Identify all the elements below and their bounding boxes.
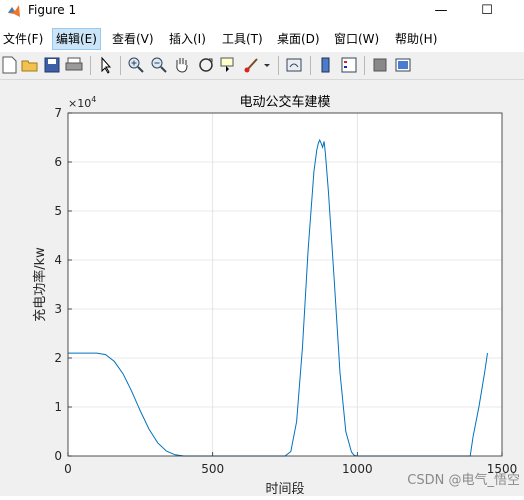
show-plot-tools-icon[interactable] <box>393 55 413 75</box>
y-tick-label: 7 <box>54 106 62 120</box>
y-tick-label: 4 <box>54 253 62 267</box>
y-tick-label: 2 <box>54 351 62 365</box>
print-icon[interactable] <box>64 55 84 75</box>
new-figure-icon[interactable] <box>0 55 20 75</box>
menu-help[interactable]: 帮助(H) <box>392 28 440 50</box>
rotate-3d-icon[interactable] <box>196 55 216 75</box>
zoom-out-icon[interactable] <box>149 55 169 75</box>
link-plot-icon[interactable] <box>284 55 304 75</box>
y-tick-label: 3 <box>54 302 62 316</box>
toolbar-separator <box>364 56 365 75</box>
menu-tools[interactable]: 工具(T) <box>219 28 266 50</box>
y-tick-label: 0 <box>54 449 62 463</box>
toolbar-separator <box>310 56 311 75</box>
menu-edit[interactable]: 编辑(E) <box>52 28 101 50</box>
data-cursor-icon[interactable] <box>218 55 238 75</box>
matlab-icon <box>8 5 20 17</box>
open-file-icon[interactable] <box>20 55 40 75</box>
menu-window[interactable]: 窗口(W) <box>331 28 382 50</box>
figure-canvas: 0 500 1000 1500 0 1 2 3 4 5 6 7 电动公交车建模 时间段 充电功率/kw… <box>0 80 524 497</box>
toolbar-separator <box>90 56 91 75</box>
axes-box <box>68 113 502 456</box>
hide-plot-tools-icon[interactable] <box>370 55 390 75</box>
x-tick-label: 500 <box>201 462 224 476</box>
watermark: CSDN @电气_悟空 <box>407 472 520 488</box>
brush-icon[interactable] <box>242 55 262 75</box>
toolbar-separator <box>278 56 279 75</box>
menu-desktop[interactable]: 桌面(D) <box>274 28 323 50</box>
menu-insert[interactable]: 插入(I) <box>166 28 209 50</box>
y-tick-label: 6 <box>54 155 62 169</box>
menu-file[interactable]: 文件(F) <box>0 28 46 50</box>
zoom-in-icon[interactable] <box>126 55 146 75</box>
x-axis-label: 时间段 <box>265 482 304 496</box>
line-chart[interactable]: 0 500 1000 150001234567 电动公交车建模 时间段 充电功率/kw… <box>0 80 524 497</box>
pan-hand-icon[interactable] <box>172 55 192 75</box>
colorbar-icon[interactable] <box>316 55 336 75</box>
menu-view[interactable]: 查看(V) <box>109 28 157 50</box>
y-tick-label: 1 <box>54 400 62 414</box>
y-tick-label: 5 <box>54 204 62 218</box>
brush-dropdown-icon[interactable] <box>262 55 272 75</box>
chart-title: 电动公交车建模 <box>239 94 330 110</box>
window-title: Figure 1 <box>28 3 77 17</box>
x-tick-label: 0 <box>64 462 72 476</box>
legend-icon[interactable] <box>339 55 359 75</box>
x-tick-label: 1000 <box>342 462 373 476</box>
minimize-button[interactable]: — <box>418 0 464 24</box>
toolbar-separator <box>120 56 121 75</box>
save-icon[interactable] <box>42 55 62 75</box>
y-exponent-power: 4 <box>91 95 96 104</box>
y-axis-label: 充电功率/kw <box>32 247 48 322</box>
maximize-button[interactable]: ☐ <box>464 0 510 24</box>
y-exponent-base: ×10 <box>68 97 91 110</box>
y-exponent-label: ×104 <box>68 95 96 110</box>
menu-bar: 文件(F) 编辑(E) 查看(V) 插入(I) 工具(T) 桌面(D) 窗口(W… <box>0 28 524 50</box>
title-bar: Figure 1 — ☐ <box>0 0 524 24</box>
toolbar <box>0 52 524 80</box>
edit-plot-arrow-icon[interactable] <box>96 55 116 75</box>
